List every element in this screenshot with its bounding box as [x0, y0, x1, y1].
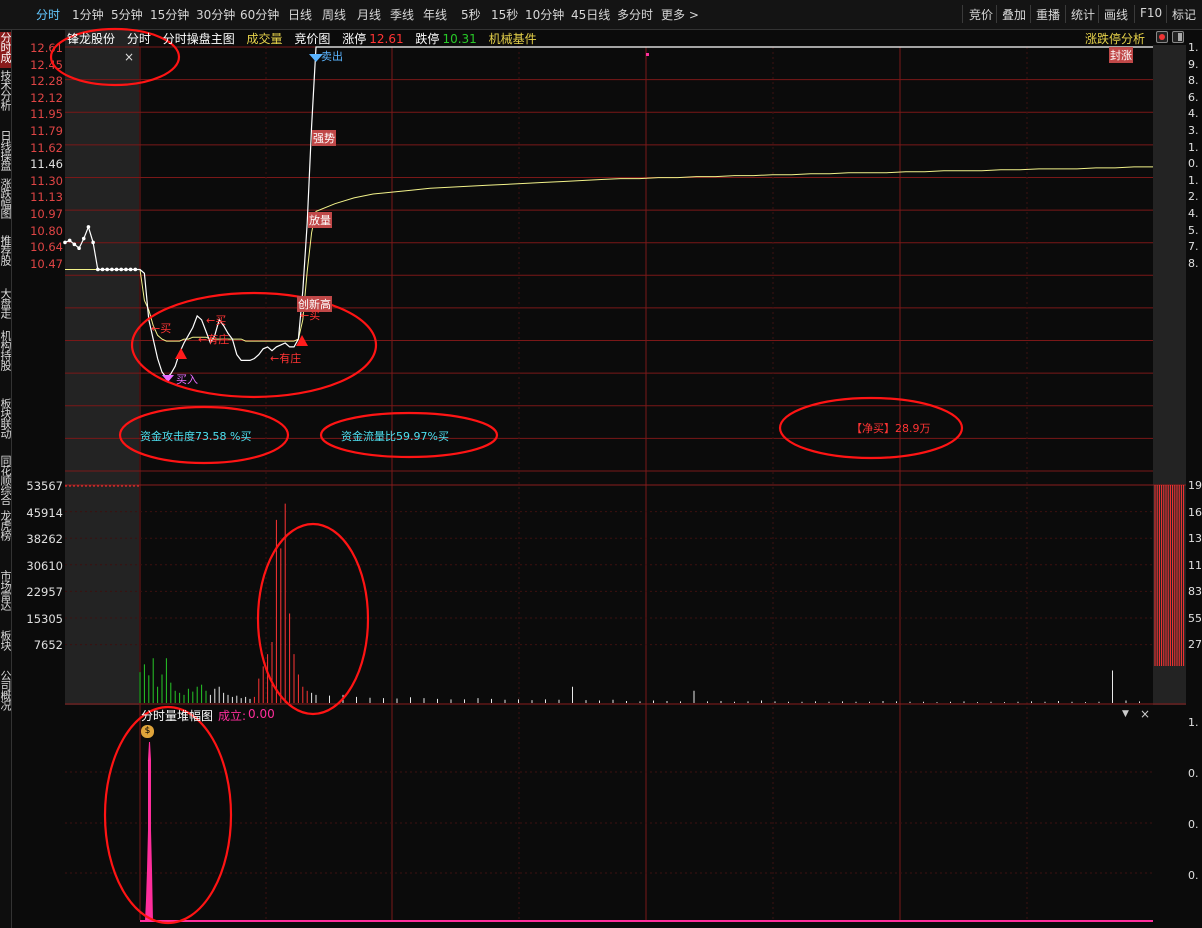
right-price-tick: 3.: [1188, 124, 1199, 137]
right-volume-tick: 27: [1188, 638, 1202, 651]
right-volume-tick: 11: [1188, 558, 1202, 572]
buy-in-label: 买入: [176, 373, 198, 386]
auction-label[interactable]: 竞价图: [294, 32, 330, 46]
average-price-line: [65, 166, 1153, 342]
deal-label: 成立:: [218, 709, 247, 723]
right-lower-tick: 1.: [1188, 716, 1199, 729]
right-lower-tick: 0.: [1188, 818, 1199, 831]
highlight-circle: [130, 291, 378, 399]
deal-value: 0.00: [248, 707, 275, 721]
buy-arrow-2: ←买: [206, 314, 227, 327]
right-price-tick: 1.: [1188, 41, 1199, 54]
price-line: [64, 46, 1153, 379]
buy-arrow-1: ←买: [151, 322, 172, 335]
right-price-tick: 4.: [1188, 207, 1199, 220]
right-lower-tick: 0.: [1188, 869, 1199, 882]
limit-up-label: 涨停: [342, 32, 367, 46]
price-point: [86, 225, 91, 229]
right-lower-tick: 0.: [1188, 767, 1199, 780]
price-point: [128, 267, 133, 272]
right-price-tick: 8.: [1188, 256, 1199, 270]
right-price-tick: 1.: [1188, 140, 1199, 154]
price-point: [133, 267, 138, 272]
price-point: [100, 267, 105, 272]
price-point: [124, 267, 128, 272]
mode-intraday[interactable]: 分时: [127, 32, 151, 46]
price-point: [67, 238, 72, 243]
price-point: [114, 267, 119, 272]
banker-label-2: ←有庄: [270, 352, 302, 365]
right-price-tick: 2.: [1188, 190, 1199, 204]
close-chart-icon[interactable]: ×: [124, 50, 134, 64]
price-point: [63, 240, 67, 245]
limit-up-value: 12.61: [369, 32, 404, 46]
limit-down-label: 跌停: [415, 32, 440, 46]
fund-flow-metric: 资金流量比59.97%买: [341, 430, 449, 443]
close-lower-panel-icon[interactable]: ×: [1140, 707, 1150, 721]
right-price-tick: 7.: [1188, 240, 1199, 254]
premarket-shade: [65, 30, 139, 705]
volume-up-label: 放量: [308, 212, 332, 228]
limit-analysis-button[interactable]: 涨跌停分析: [1085, 30, 1145, 47]
price-point: [110, 267, 114, 272]
price-point: [119, 267, 124, 272]
money-bag-icon: $: [141, 725, 154, 738]
right-volume-tick: 13: [1188, 532, 1202, 545]
buy-arrow-3: ←买: [300, 309, 321, 322]
intraday-chart-window: { "toolbar": { "periods": ["分时","1分钟","5…: [0, 0, 1202, 928]
right-price-tick: 4.: [1188, 107, 1199, 121]
attack-degree-metric: 资金攻击度73.58 %买: [140, 430, 252, 443]
stock-name[interactable]: 锋龙股份: [67, 32, 115, 46]
mode-main-chart[interactable]: 分时操盘主图: [163, 32, 235, 46]
chart-info-bar: 锋龙股份 分时 分时操盘主图 成交量 竞价图 涨停 12.61 跌停 10.31 机…: [67, 30, 545, 46]
limit-down-value: 10.31: [442, 32, 477, 46]
price-point: [105, 267, 109, 272]
net-buy-metric: 【净买】28.9万: [851, 422, 931, 435]
toggle-panel-icon[interactable]: [1172, 31, 1184, 43]
sell-label: 卖出: [321, 50, 343, 63]
price-point: [72, 242, 77, 247]
highlight-circle: [256, 522, 370, 716]
right-price-tick: 1.: [1188, 173, 1199, 187]
right-volume-tick: 19: [1188, 479, 1202, 492]
volume-label[interactable]: 成交量: [247, 32, 283, 46]
right-price-tick: 9.: [1188, 57, 1199, 71]
dropdown-icon[interactable]: ▼: [1122, 709, 1129, 719]
buy-triangle-icon: [175, 348, 187, 359]
banker-label-1: ←有庄: [198, 333, 230, 346]
price-point: [96, 267, 100, 272]
right-volume-tick: 16: [1188, 505, 1202, 519]
lower-panel-title: 分时量堆幅图: [141, 709, 214, 723]
right-price-tick: 6.: [1188, 90, 1199, 104]
right-price-tick: 0.: [1188, 157, 1199, 171]
right-volume-tick: 55: [1188, 611, 1202, 625]
right-volume-tick: 83: [1188, 585, 1202, 598]
record-icon[interactable]: [1156, 31, 1168, 43]
lower-spike-bar: [145, 742, 153, 921]
marker-dot: [646, 53, 649, 56]
right-price-tick: 8.: [1188, 74, 1199, 88]
price-point: [77, 246, 81, 250]
price-point: [91, 240, 95, 245]
right-axis: 1. 9. 8. 6. 4. 3. 1. 0. 1. 2. 4. 5. 7. 8. 19 16 13 11 83 55…: [1186, 30, 1202, 928]
seal-label: 封涨: [1109, 47, 1133, 63]
sector-label[interactable]: 机械基件: [489, 32, 537, 46]
right-price-tick: 5.: [1188, 223, 1199, 237]
price-point: [81, 236, 86, 241]
intraday-chart[interactable]: [0, 0, 1202, 928]
highlight-circle: [103, 705, 233, 925]
strong-label: 强势: [312, 130, 336, 146]
